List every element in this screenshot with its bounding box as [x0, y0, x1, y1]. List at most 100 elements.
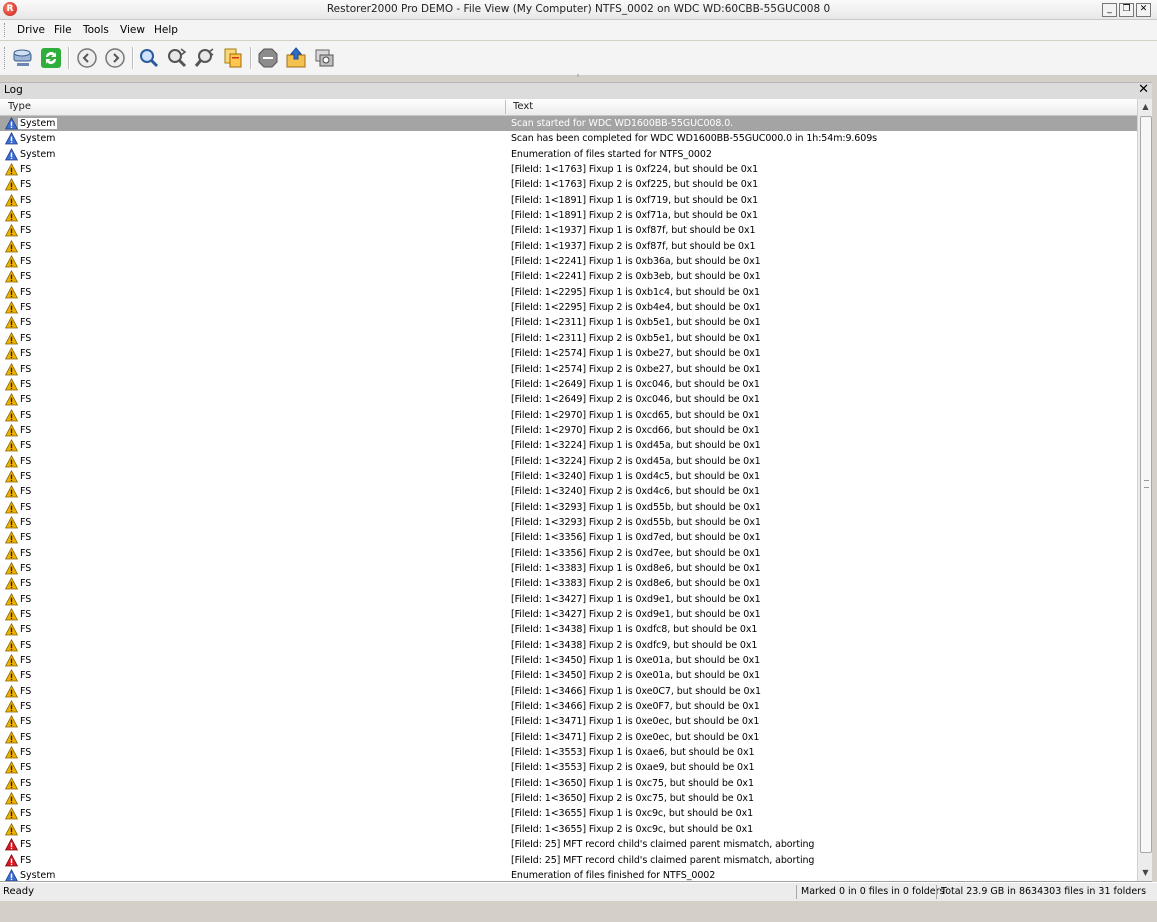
scroll-up-button[interactable]: ▲	[1140, 101, 1151, 113]
log-row[interactable]: FS [FileId: 1<2295] Fixup 1 is 0xb1c4, bu…	[0, 285, 1137, 300]
log-row[interactable]: FS [FileId: 1<3356] Fixup 1 is 0xd7ed, bu…	[0, 530, 1137, 545]
log-row-text: [FileId: 1<3655] Fixup 1 is 0xc9c, but s…	[511, 808, 754, 820]
log-row-type: FS	[20, 685, 32, 697]
menu-tools[interactable]: Tools	[83, 24, 109, 36]
log-row[interactable]: FS [FileId: 25] MFT record child's claime…	[0, 853, 1137, 868]
log-row[interactable]: FS [FileId: 1<3655] Fixup 1 is 0xc9c, but…	[0, 806, 1137, 821]
log-row-type: FS	[20, 378, 32, 390]
log-row[interactable]: FS [FileId: 1<3438] Fixup 2 is 0xdfc9, bu…	[0, 638, 1137, 653]
log-row[interactable]: FS [FileId: 1<3383] Fixup 2 is 0xd8e6, bu…	[0, 576, 1137, 591]
log-row[interactable]: FS [FileId: 1<1763] Fixup 2 is 0xf225, bu…	[0, 177, 1137, 192]
scan-drive-icon[interactable]	[11, 46, 35, 70]
log-row-text: [FileId: 1<3224] Fixup 2 is 0xd45a, but …	[511, 455, 761, 467]
log-row-type: FS	[20, 808, 32, 820]
log-row[interactable]: FS [FileId: 1<2649] Fixup 1 is 0xc046, bu…	[0, 377, 1137, 392]
log-row-text: Enumeration of files finished for NTFS_0…	[511, 869, 716, 881]
toolbar-splitter[interactable]	[577, 74, 579, 77]
menu-view[interactable]: View	[120, 24, 145, 36]
log-row[interactable]: FS [FileId: 1<1891] Fixup 2 is 0xf71a, bu…	[0, 208, 1137, 223]
log-row[interactable]: FS [FileId: 1<3553] Fixup 1 is 0xae6, but…	[0, 745, 1137, 760]
log-row[interactable]: FS [FileId: 1<3293] Fixup 1 is 0xd55b, bu…	[0, 500, 1137, 515]
restore-button[interactable]: ❐	[1119, 3, 1134, 17]
log-row-type: FS	[20, 225, 32, 237]
log-row[interactable]: FS [FileId: 1<3438] Fixup 1 is 0xdfc8, bu…	[0, 622, 1137, 637]
log-row-type: FS	[20, 532, 32, 544]
warning-icon	[5, 700, 18, 713]
settings-icon[interactable]	[312, 46, 336, 70]
log-row[interactable]: FS [FileId: 1<3471] Fixup 1 is 0xe0ec, bu…	[0, 714, 1137, 729]
column-type[interactable]: Type	[8, 101, 31, 112]
log-row[interactable]: FS [FileId: 1<3383] Fixup 1 is 0xd8e6, bu…	[0, 561, 1137, 576]
warning-icon	[5, 546, 18, 560]
log-row[interactable]: FS [FileId: 1<3427] Fixup 1 is 0xd9e1, bu…	[0, 592, 1137, 607]
log-row[interactable]: FS [FileId: 1<3466] Fixup 2 is 0xe0F7, bu…	[0, 699, 1137, 714]
toolbar-grip[interactable]	[4, 47, 7, 69]
log-row[interactable]: FS [FileId: 1<2649] Fixup 2 is 0xc046, bu…	[0, 392, 1137, 407]
stop-icon[interactable]	[256, 46, 280, 70]
log-row[interactable]: FS [FileId: 1<2970] Fixup 1 is 0xcd65, bu…	[0, 408, 1137, 423]
find-previous-icon[interactable]	[193, 46, 217, 70]
scroll-down-button[interactable]: ▼	[1140, 867, 1151, 879]
log-row[interactable]: FS [FileId: 1<2295] Fixup 2 is 0xb4e4, bu…	[0, 300, 1137, 315]
log-row[interactable]: FS [FileId: 1<3356] Fixup 2 is 0xd7ee, bu…	[0, 546, 1137, 561]
log-row[interactable]: FS [FileId: 25] MFT record child's claime…	[0, 837, 1137, 852]
vertical-scrollbar[interactable]: ▲ ▼	[1137, 99, 1152, 881]
menu-drive[interactable]: Drive	[17, 24, 45, 36]
log-row[interactable]: FS [FileId: 1<1937] Fixup 1 is 0xf87f, bu…	[0, 223, 1137, 238]
menu-file[interactable]: File	[54, 24, 72, 36]
log-row-text: [FileId: 1<3471] Fixup 2 is 0xe0ec, but …	[511, 731, 760, 743]
log-row[interactable]: FS [FileId: 1<3224] Fixup 1 is 0xd45a, bu…	[0, 438, 1137, 453]
log-row[interactable]: FS [FileId: 1<3650] Fixup 1 is 0xc75, but…	[0, 776, 1137, 791]
log-row[interactable]: FS [FileId: 1<1891] Fixup 1 is 0xf719, bu…	[0, 193, 1137, 208]
log-row[interactable]: FS [FileId: 1<3466] Fixup 1 is 0xe0C7, bu…	[0, 684, 1137, 699]
log-row[interactable]: FS [FileId: 1<3293] Fixup 2 is 0xd55b, bu…	[0, 515, 1137, 530]
log-close-button[interactable]: ✕	[1138, 82, 1149, 98]
log-row[interactable]: FS [FileId: 1<3553] Fixup 2 is 0xae9, but…	[0, 760, 1137, 775]
log-row[interactable]: FS [FileId: 1<2241] Fixup 2 is 0xb3eb, bu…	[0, 269, 1137, 284]
log-row[interactable]: System Enumeration of files started for N…	[0, 147, 1137, 162]
warning-icon	[5, 792, 18, 805]
log-row[interactable]: FS [FileId: 1<2241] Fixup 1 is 0xb36a, bu…	[0, 254, 1137, 269]
column-text[interactable]: Text	[513, 101, 533, 112]
warning-icon	[5, 423, 18, 437]
log-row[interactable]: FS [FileId: 1<3224] Fixup 2 is 0xd45a, bu…	[0, 454, 1137, 469]
menu-help[interactable]: Help	[154, 24, 178, 36]
log-list[interactable]: Type Text System Scan started for WDC WD1…	[0, 99, 1152, 882]
log-row[interactable]: FS [FileId: 1<2311] Fixup 1 is 0xb5e1, bu…	[0, 315, 1137, 330]
column-divider[interactable]	[505, 100, 506, 114]
log-row[interactable]: FS [FileId: 1<3427] Fixup 2 is 0xd9e1, bu…	[0, 607, 1137, 622]
log-row[interactable]: FS [FileId: 1<3450] Fixup 1 is 0xe01a, bu…	[0, 653, 1137, 668]
log-row-type: FS	[20, 440, 32, 452]
log-row[interactable]: System Enumeration of files finished for …	[0, 868, 1137, 881]
log-row[interactable]: FS [FileId: 1<2311] Fixup 2 is 0xb5e1, bu…	[0, 331, 1137, 346]
log-row[interactable]: FS [FileId: 1<3471] Fixup 2 is 0xe0ec, bu…	[0, 730, 1137, 745]
log-row[interactable]: FS [FileId: 1<3650] Fixup 2 is 0xc75, but…	[0, 791, 1137, 806]
log-row[interactable]: FS [FileId: 1<2574] Fixup 1 is 0xbe27, bu…	[0, 346, 1137, 361]
minimize-button[interactable]: _	[1102, 3, 1117, 17]
log-row[interactable]: FS [FileId: 1<3240] Fixup 1 is 0xd4c5, bu…	[0, 469, 1137, 484]
warning-icon	[5, 577, 18, 590]
log-row[interactable]: FS [FileId: 1<3450] Fixup 2 is 0xe01a, bu…	[0, 668, 1137, 683]
recover-icon[interactable]	[284, 46, 308, 70]
log-row-text: [FileId: 1<3466] Fixup 2 is 0xe0F7, but …	[511, 701, 760, 713]
scroll-thumb[interactable]	[1140, 116, 1152, 853]
back-icon[interactable]	[75, 46, 99, 70]
log-row[interactable]: FS [FileId: 1<3240] Fixup 2 is 0xd4c6, bu…	[0, 484, 1137, 499]
log-row-text: [FileId: 1<3240] Fixup 2 is 0xd4c6, but …	[511, 486, 760, 498]
log-row-type: FS	[20, 164, 32, 176]
log-row[interactable]: FS [FileId: 1<3655] Fixup 2 is 0xc9c, but…	[0, 822, 1137, 837]
log-row-text: [FileId: 1<3427] Fixup 1 is 0xd9e1, but …	[511, 593, 761, 605]
log-row[interactable]: FS [FileId: 1<1763] Fixup 1 is 0xf224, bu…	[0, 162, 1137, 177]
copy-icon[interactable]	[221, 46, 245, 70]
log-row[interactable]: FS [FileId: 1<2970] Fixup 2 is 0xcd66, bu…	[0, 423, 1137, 438]
find-next-icon[interactable]	[165, 46, 189, 70]
log-row[interactable]: FS [FileId: 1<1937] Fixup 2 is 0xf87f, bu…	[0, 239, 1137, 254]
log-row[interactable]: FS [FileId: 1<2574] Fixup 2 is 0xbe27, bu…	[0, 362, 1137, 377]
find-icon[interactable]	[137, 46, 161, 70]
refresh-icon[interactable]	[39, 46, 63, 70]
close-button[interactable]: ✕	[1136, 3, 1151, 17]
log-row[interactable]: System Scan started for WDC WD1600BB-55GU…	[0, 116, 1137, 131]
log-row[interactable]: System Scan has been completed for WDC WD…	[0, 131, 1137, 146]
menu-grip[interactable]	[4, 23, 7, 37]
forward-icon[interactable]	[103, 46, 127, 70]
